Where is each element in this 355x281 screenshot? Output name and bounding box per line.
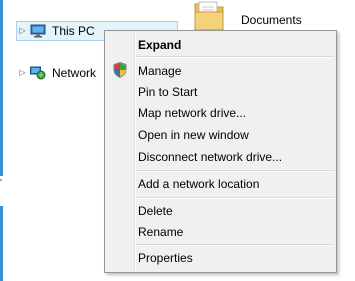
menu-item-delete[interactable]: Delete: [107, 200, 334, 221]
window-edge: [0, 0, 3, 281]
menu-item-label: Map network drive...: [138, 105, 247, 120]
menu-item-disconnect-network-drive[interactable]: Disconnect network drive...: [107, 146, 334, 167]
menu-item-open-in-new-window[interactable]: Open in new window: [107, 124, 334, 145]
menu-separator: [136, 244, 334, 246]
menu-item-label: Pin to Start: [138, 84, 198, 99]
expand-arrow-icon[interactable]: ▷: [18, 69, 27, 78]
menu-item-label: Disconnect network drive...: [138, 149, 283, 164]
menu-item-map-network-drive[interactable]: Map network drive...: [107, 102, 334, 123]
menu-item-label: Rename: [138, 224, 184, 239]
menu-item-label: Manage: [138, 63, 182, 78]
menu-separator: [136, 56, 334, 58]
menu-item-label: Expand: [138, 37, 182, 52]
expand-arrow-icon[interactable]: ▷: [18, 27, 27, 36]
menu-item-add-network-location[interactable]: Add a network location: [107, 173, 334, 194]
menu-separator: [136, 170, 334, 172]
network-icon: [30, 66, 46, 80]
menu-separator: [136, 197, 334, 199]
menu-item-label: Delete: [138, 203, 173, 218]
nav-item-label: This PC: [52, 24, 95, 38]
menu-item-expand[interactable]: Expand: [107, 34, 334, 55]
nav-item-label: Network: [52, 66, 97, 80]
menu-item-rename[interactable]: Rename: [107, 221, 334, 242]
menu-item-manage[interactable]: Manage: [107, 60, 334, 81]
window-edge-gap: [0, 176, 3, 206]
context-menu: Expand Manage Pin to Start Map network d…: [104, 30, 337, 273]
menu-item-label: Open in new window: [138, 127, 249, 142]
uac-shield-icon: [113, 62, 127, 78]
menu-item-label: Add a network location: [138, 176, 260, 191]
menu-item-properties[interactable]: Properties: [107, 247, 334, 268]
menu-item-pin-to-start[interactable]: Pin to Start: [107, 81, 334, 102]
folder-label[interactable]: Documents: [241, 13, 302, 27]
folder-icon[interactable]: [193, 0, 227, 34]
menu-item-label: Properties: [138, 250, 193, 265]
this-pc-icon: [30, 24, 46, 38]
